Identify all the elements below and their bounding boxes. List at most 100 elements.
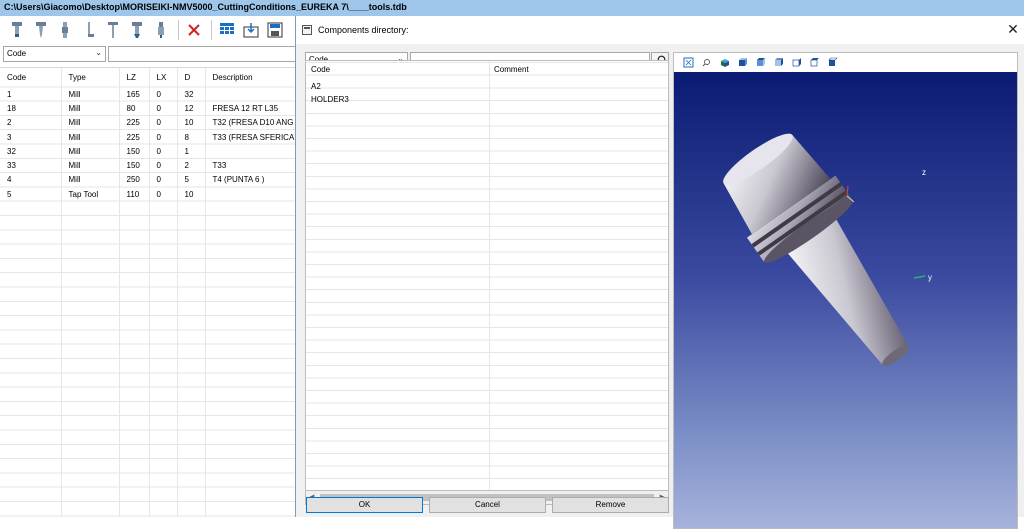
cell-description (205, 144, 296, 159)
cell-lx: 0 (149, 129, 178, 145)
window-icon (302, 25, 312, 35)
column-header[interactable]: Type (61, 68, 120, 87)
view-left-icon[interactable] (772, 56, 785, 69)
cancel-button[interactable]: Cancel (429, 497, 546, 513)
table-row[interactable]: 3 Mill 225 0 8 T33 (FRESA SFERICA (0, 129, 296, 145)
cell-code: 5 (0, 187, 62, 202)
cell-type: Tap Tool (61, 187, 120, 202)
export-icon[interactable] (264, 19, 286, 41)
tool-bore-icon[interactable] (78, 19, 100, 41)
viewer-toolbar (674, 53, 1017, 71)
cell-lx: 0 (149, 115, 178, 130)
table-row[interactable]: 5 Tap Tool 110 0 10 (0, 187, 296, 202)
tool-thread-icon[interactable] (150, 19, 172, 41)
dialog-titlebar[interactable]: Components directory: ✕ (296, 16, 1024, 44)
cell-type: Mill (61, 101, 120, 116)
filter-text-input[interactable] (108, 46, 300, 62)
toolbar-separator (211, 20, 212, 40)
cell-description: T33 (FRESA SFERICA (205, 129, 296, 145)
axis-label-z: z (922, 168, 926, 177)
cell-lz: 80 (119, 101, 150, 116)
zoom-icon[interactable] (700, 56, 713, 69)
tool-drill-icon[interactable] (30, 19, 52, 41)
cell-description: T33 (205, 158, 296, 173)
ok-button[interactable]: OK (306, 497, 423, 513)
close-icon[interactable]: ✕ (1005, 21, 1021, 37)
cell-lx: 0 (149, 144, 178, 159)
tool-mill-icon[interactable] (6, 19, 28, 41)
table-row[interactable]: 18 Mill 80 0 12 FRESA 12 RT L35 (0, 101, 296, 116)
table-row[interactable]: 1 Mill 165 0 32 (0, 87, 296, 102)
grid-icon[interactable] (216, 19, 238, 41)
table-row[interactable]: 33 Mill 150 0 2 T33 (0, 158, 296, 173)
cell-description (205, 87, 296, 102)
cell-code: 2 (0, 115, 62, 130)
cell-lz: 225 (119, 115, 150, 130)
view-iso-icon[interactable] (718, 56, 731, 69)
cell-d: 8 (177, 129, 206, 145)
tool-tap-icon[interactable] (102, 19, 124, 41)
column-header-code[interactable]: Code (306, 61, 489, 77)
cell-description (205, 187, 296, 202)
cell-lz: 150 (119, 158, 150, 173)
column-header-comment[interactable]: Comment (489, 61, 668, 77)
preview-3d-viewer: z y (673, 52, 1018, 529)
table-row[interactable]: 2 Mill 225 0 10 T32 (FRESA D10 ANG (0, 115, 296, 130)
cell-lz: 110 (119, 187, 150, 202)
components-table: Code Comment A2 HOLDER3 (305, 60, 669, 491)
cell-lz: 150 (119, 144, 150, 159)
cell-lz: 225 (119, 129, 150, 145)
import-icon[interactable] (240, 19, 262, 41)
table-row[interactable]: 32 Mill 150 0 1 (0, 144, 296, 159)
cell-description: FRESA 12 RT L35 (205, 101, 296, 116)
cell-d: 10 (177, 115, 206, 130)
cell-type: Mill (61, 172, 120, 188)
3d-viewport[interactable]: z y (674, 72, 1017, 528)
tool-reamer-icon[interactable] (54, 19, 76, 41)
view-front-icon[interactable] (736, 56, 749, 69)
chevron-down-icon: ⌄ (95, 48, 102, 57)
cell-description: T4 (PUNTA 6 ) (205, 172, 296, 188)
cell-d: 10 (177, 187, 206, 202)
cell-d: 5 (177, 172, 206, 188)
cell-code: 33 (0, 158, 62, 173)
filter-field-select[interactable]: Code ⌄ (3, 46, 106, 62)
column-header[interactable]: D (177, 68, 206, 87)
cell-lx: 0 (149, 172, 178, 188)
cell-type: Mill (61, 129, 120, 145)
delete-icon[interactable] (183, 19, 205, 41)
cell-code: 1 (0, 87, 62, 102)
cell-lx: 0 (149, 158, 178, 173)
view-back-icon[interactable] (754, 56, 767, 69)
list-item[interactable]: A2 (306, 81, 489, 94)
cell-lx: 0 (149, 101, 178, 116)
view-right-icon[interactable] (790, 56, 803, 69)
toolbar-separator (178, 20, 179, 40)
cell-d: 32 (177, 87, 206, 102)
cell-d: 1 (177, 144, 206, 159)
cell-type: Mill (61, 115, 120, 130)
tool-holder-model: z y (723, 133, 932, 366)
tools-table: Code Type LZ LX D Description 1 Mill 165… (0, 67, 296, 517)
dialog-title: Components directory: (318, 25, 409, 35)
axis-label-y: y (928, 273, 932, 282)
fit-all-icon[interactable] (682, 56, 695, 69)
cell-d: 2 (177, 158, 206, 173)
column-header[interactable]: Description (205, 68, 296, 87)
column-header[interactable]: Code (0, 68, 62, 87)
table-row[interactable]: 4 Mill 250 0 5 T4 (PUNTA 6 ) (0, 172, 296, 188)
window-title: C:\Users\Giacomo\Desktop\MORISEIKI-NMV50… (0, 0, 1024, 16)
cell-code: 18 (0, 101, 62, 116)
cell-code: 4 (0, 172, 62, 188)
cell-code: 3 (0, 129, 62, 145)
remove-button[interactable]: Remove (552, 497, 669, 513)
column-header[interactable]: LZ (119, 68, 150, 87)
components-directory-dialog: Components directory: ✕ Code ⌄ Code Comm… (295, 16, 1024, 529)
filter-field-value: Code (7, 49, 27, 58)
view-bottom-icon[interactable] (826, 56, 839, 69)
column-header[interactable]: LX (149, 68, 178, 87)
cell-lx: 0 (149, 87, 178, 102)
tool-chamfer-icon[interactable] (126, 19, 148, 41)
list-item[interactable]: HOLDER3 (306, 94, 489, 107)
view-top-icon[interactable] (808, 56, 821, 69)
